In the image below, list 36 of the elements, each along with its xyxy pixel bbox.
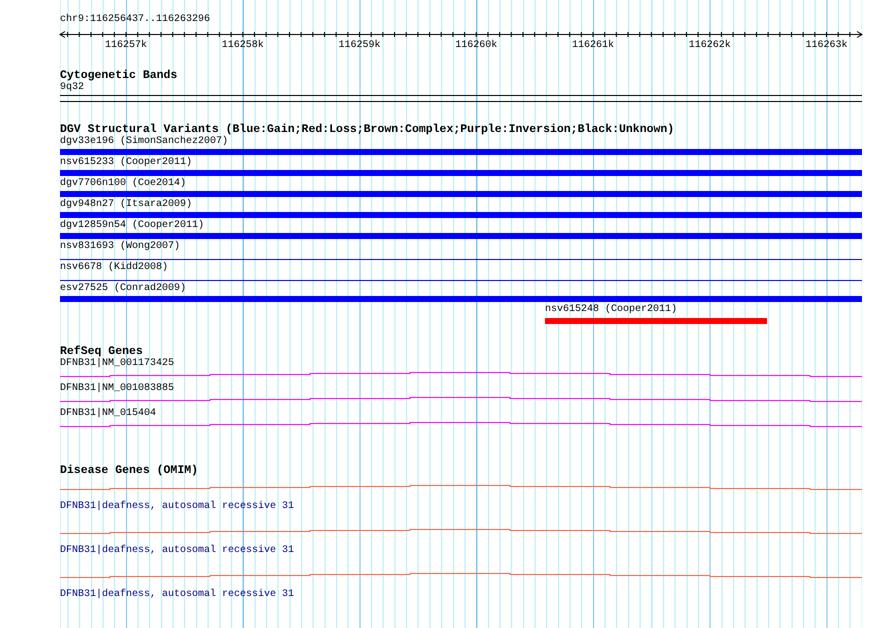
gene-label: DFNB31|NM_015404	[60, 408, 156, 420]
track-title: RefSeq Genes	[60, 346, 143, 358]
variant-label: nsv6678 (Kidd2008)	[60, 262, 168, 274]
track-title: Disease Genes (OMIM)	[60, 465, 198, 477]
disease-label: DFNB31|deafness, autosomal recessive 31	[60, 501, 294, 513]
gene-label: DFNB31|NM_001173425	[60, 358, 174, 370]
variant-bar[interactable]	[545, 318, 767, 324]
variant-label: dgv12859n54 (Cooper2011)	[60, 220, 204, 232]
track-title: DGV Structural Variants (Blue:Gain;Red:Loss;Brown:Complex;Purple:Inversion;Black:Unknown)	[60, 124, 674, 136]
variant-label: nsv615233 (Cooper2011)	[60, 157, 192, 169]
tick-label: 116258k	[222, 40, 264, 51]
tick-label: 116261k	[572, 40, 614, 51]
tick-label: 116263k	[806, 40, 848, 51]
variant-label: nsv831693 (Wong2007)	[60, 241, 180, 253]
tick-label: 116257k	[105, 40, 147, 51]
tick-label: 116259k	[338, 40, 380, 51]
cytoband-bar[interactable]	[60, 95, 862, 102]
variant-bar[interactable]	[60, 191, 862, 197]
tick-label: 116260k	[455, 40, 498, 51]
gene-label: DFNB31|NM_001083885	[60, 383, 174, 395]
location-label: chr9:116256437..116263296	[60, 14, 210, 26]
disease-label: DFNB31|deafness, autosomal recessive 31	[60, 545, 294, 557]
variant-bar[interactable]	[60, 233, 862, 239]
variant-label: dgv33e196 (SimonSanchez2007)	[60, 136, 228, 148]
variant-bar[interactable]	[60, 212, 862, 218]
band-label: 9q32	[60, 82, 84, 94]
disease-label: DFNB31|deafness, autosomal recessive 31	[60, 589, 294, 601]
variant-label: dgv7706n100 (Coe2014)	[60, 178, 186, 190]
variant-label: esv27525 (Conrad2009)	[60, 283, 186, 295]
variant-bar[interactable]	[60, 149, 862, 155]
track-title: Cytogenetic Bands	[60, 70, 178, 82]
variant-label: nsv615248 (Cooper2011)	[545, 304, 678, 316]
variant-bar[interactable]	[60, 296, 862, 302]
variant-bar[interactable]	[60, 170, 862, 176]
variant-label: dgv948n27 (Itsara2009)	[60, 199, 192, 211]
tick-label: 116262k	[688, 40, 731, 51]
